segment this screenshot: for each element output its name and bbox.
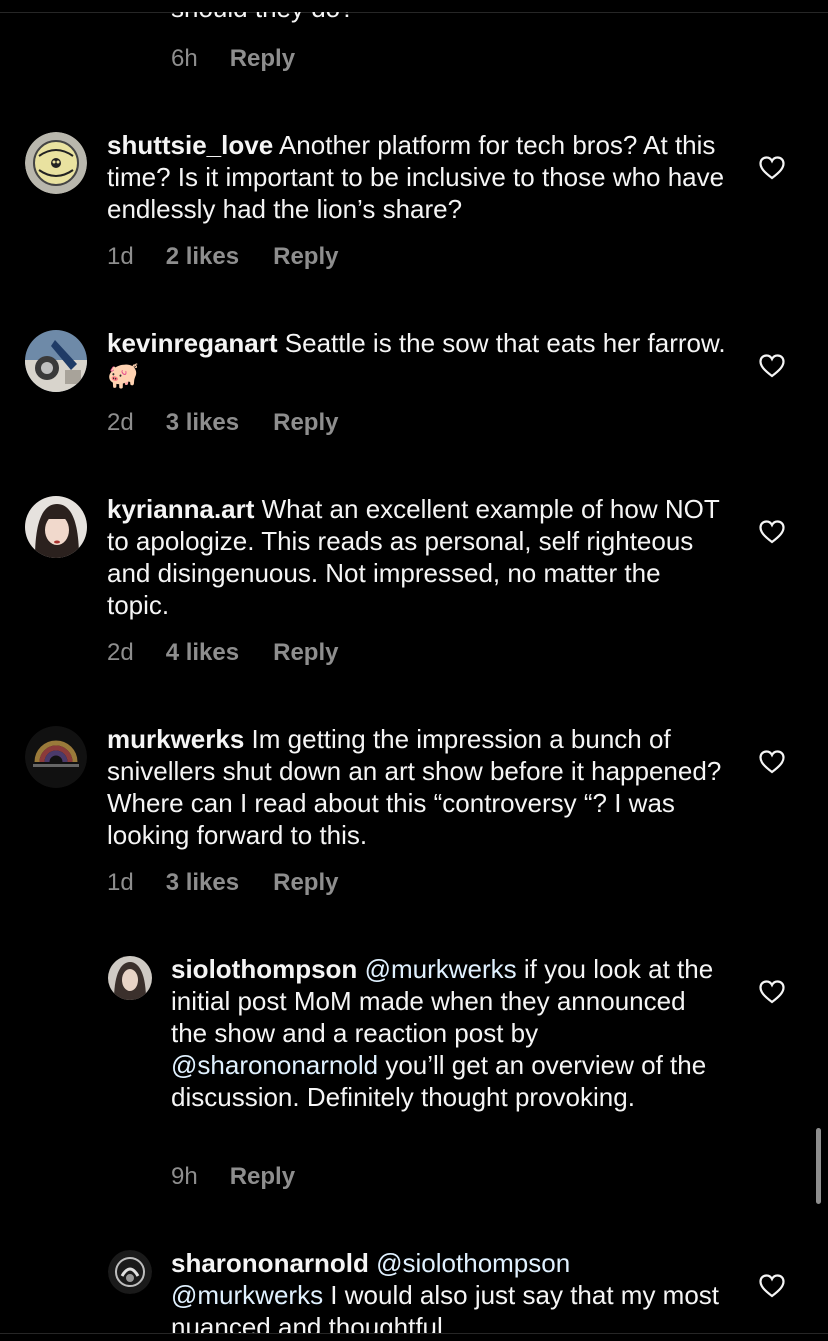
comment-username[interactable]: sharononarnold <box>171 1248 369 1278</box>
comment-username[interactable]: murkwerks <box>107 724 244 754</box>
comment-text: shuttsie_love Another platform for tech … <box>107 129 727 225</box>
mention-link[interactable]: @siolothompson <box>376 1248 570 1278</box>
comment-time: 1d <box>107 243 134 270</box>
comment-text: sharononarnold @siolothompson @murkwerks… <box>171 1247 727 1341</box>
avatar[interactable] <box>25 496 87 558</box>
reply-button[interactable]: Reply <box>230 45 295 73</box>
comment-time: 2d <box>107 409 134 436</box>
comment-meta: 9h Reply <box>171 1162 295 1192</box>
comment-meta: 2d 4 likes Reply <box>107 638 338 668</box>
reply-button[interactable]: Reply <box>230 1163 295 1191</box>
comment-time: 9h <box>171 1163 198 1190</box>
mention-link[interactable]: @murkwerks <box>365 954 517 984</box>
comment-text: kyrianna.art What an excellent example o… <box>107 493 727 621</box>
comment-time: 2d <box>107 639 134 666</box>
like-heart-icon[interactable] <box>759 1274 785 1298</box>
comment-text: kevinreganart Seattle is the sow that ea… <box>107 327 727 391</box>
reply-button[interactable]: Reply <box>273 243 338 271</box>
comment-text: siolothompson @murkwerks if you look at … <box>171 953 727 1113</box>
avatar[interactable] <box>25 330 87 392</box>
avatar[interactable] <box>25 726 87 788</box>
comment-meta: 1d 2 likes Reply <box>107 242 338 272</box>
comment-username[interactable]: kevinreganart <box>107 328 278 358</box>
comment-meta: 6h Reply <box>171 44 295 74</box>
like-heart-icon[interactable] <box>759 354 785 378</box>
likes-count[interactable]: 4 likes <box>166 639 239 667</box>
comment-username[interactable]: shuttsie_love <box>107 130 273 160</box>
comment-username[interactable]: kyrianna.art <box>107 494 254 524</box>
comment-username[interactable]: siolothompson <box>171 954 357 984</box>
avatar[interactable] <box>108 956 152 1000</box>
bottom-divider <box>0 1333 828 1334</box>
avatar[interactable] <box>108 1250 152 1294</box>
reply-button[interactable]: Reply <box>273 869 338 897</box>
comment-text: murkwerks Im getting the impression a bu… <box>107 723 727 851</box>
mention-link[interactable]: @murkwerks <box>171 1280 323 1310</box>
comment-time: 1d <box>107 869 134 896</box>
avatar[interactable] <box>25 132 87 194</box>
like-heart-icon[interactable] <box>759 750 785 774</box>
reply-button[interactable]: Reply <box>273 409 338 437</box>
likes-count[interactable]: 3 likes <box>166 869 239 897</box>
like-heart-icon[interactable] <box>759 980 785 1004</box>
like-heart-icon[interactable] <box>759 156 785 180</box>
scrollbar-thumb[interactable] <box>816 1128 821 1204</box>
reply-button[interactable]: Reply <box>273 639 338 667</box>
comment-meta: 2d 3 likes Reply <box>107 408 338 438</box>
comment-time: 6h <box>171 45 198 72</box>
mention-link[interactable]: @sharononarnold <box>171 1050 378 1080</box>
like-heart-icon[interactable] <box>759 520 785 544</box>
likes-count[interactable]: 2 likes <box>166 243 239 271</box>
comment-meta: 1d 3 likes Reply <box>107 868 338 898</box>
likes-count[interactable]: 3 likes <box>166 409 239 437</box>
